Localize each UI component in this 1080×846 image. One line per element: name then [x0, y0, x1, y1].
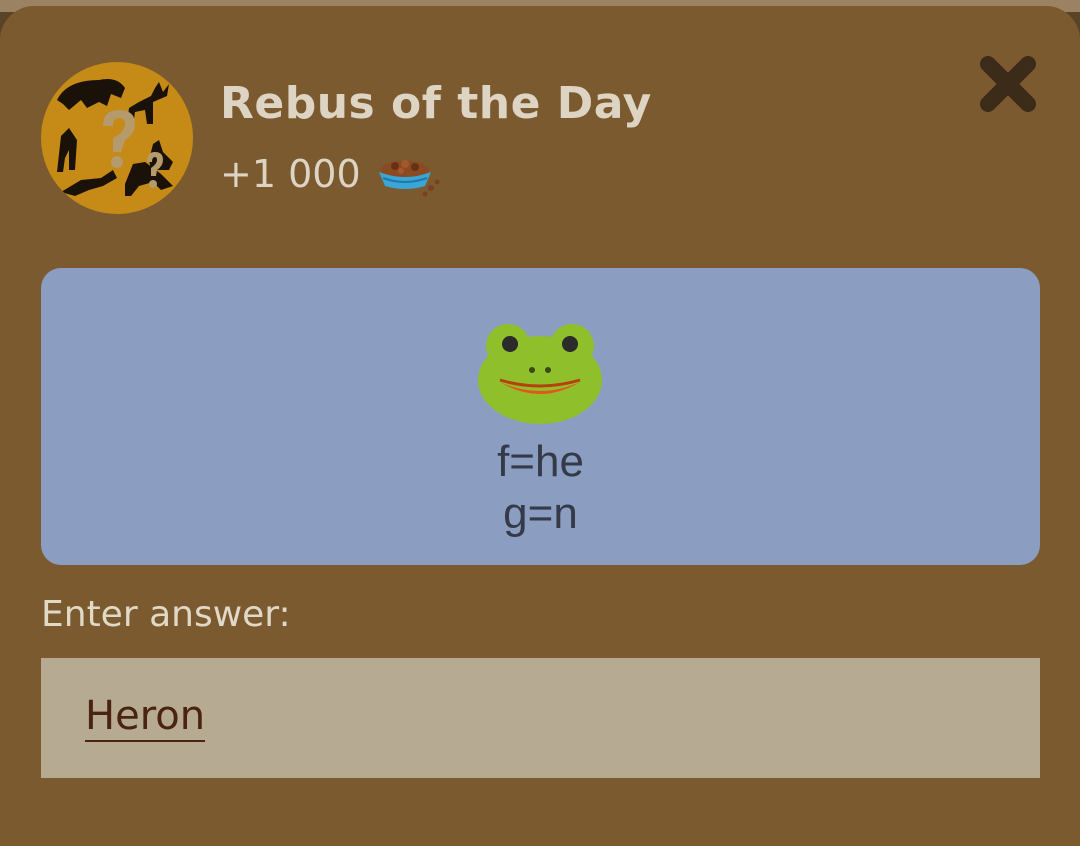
avatar [41, 62, 193, 214]
answer-input[interactable]: Heron [41, 658, 1040, 778]
reward: +1 000 [220, 148, 441, 200]
frog-face-icon [476, 316, 604, 428]
pet-food-bowl-icon [375, 148, 441, 200]
reward-amount: +1 000 [220, 152, 361, 196]
rebus-clue: f=he [497, 437, 584, 486]
dialog-title: Rebus of the Day [220, 78, 652, 129]
animal-silhouettes-question-icon [57, 79, 173, 196]
rebus-clue: g=n [503, 489, 578, 538]
answer-label: Enter answer: [41, 594, 291, 635]
close-button[interactable] [970, 46, 1046, 122]
close-x-icon [980, 56, 1036, 112]
answer-input-value: Heron [85, 694, 206, 742]
